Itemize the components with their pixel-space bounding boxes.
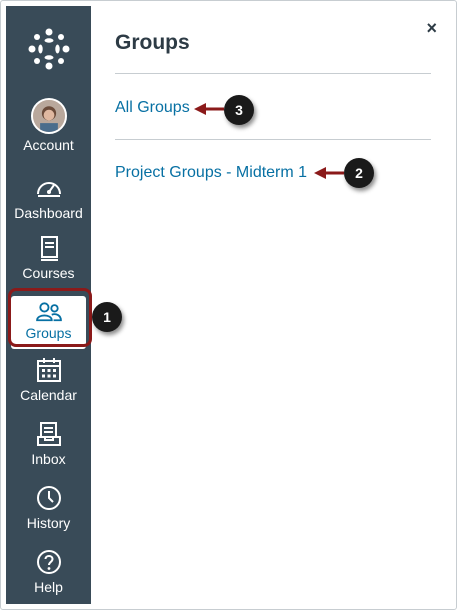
tray-divider-top [115,73,431,74]
nav-label-calendar: Calendar [20,387,77,403]
tray-title: Groups [115,31,190,54]
nav-item-inbox[interactable]: Inbox [6,420,91,467]
close-icon[interactable]: × [426,18,437,39]
nav-item-dashboard[interactable]: Dashboard [6,174,91,221]
callout-badge-3: 3 [224,95,254,125]
nav-label-dashboard: Dashboard [14,205,83,221]
canvas-logo-icon[interactable] [26,26,72,72]
inbox-icon [36,422,61,446]
project-groups-midterm-1-link[interactable]: Project Groups - Midterm 1 [115,164,307,182]
nav-item-help[interactable]: Help [6,548,91,595]
nav-label-history: History [26,515,71,531]
nav-label-help: Help [34,579,63,595]
all-groups-link[interactable]: All Groups [115,99,190,117]
groups-highlight-box [8,288,92,347]
groups-tray: Groups × All Groups Project Groups - Mid… [91,6,451,604]
question-circle-icon [36,550,61,574]
tray-divider-middle [115,139,431,140]
nav-label-account: Account [23,137,74,153]
book-icon [40,236,58,261]
clock-icon [36,486,61,510]
nav-label-inbox: Inbox [31,451,66,467]
nav-item-courses[interactable]: Courses [6,234,91,281]
callout-badge-2: 2 [344,158,374,188]
nav-item-history[interactable]: History [6,484,91,531]
nav-item-account[interactable]: Account [6,98,91,153]
avatar [30,98,67,134]
callout-arrow-2 [314,167,344,179]
callout-badge-1: 1 [92,302,122,332]
callout-arrow-3 [194,103,224,115]
dashboard-gauge-icon [36,182,61,197]
nav-label-courses: Courses [22,265,75,281]
calendar-icon [36,358,61,382]
nav-item-calendar[interactable]: Calendar [6,356,91,403]
